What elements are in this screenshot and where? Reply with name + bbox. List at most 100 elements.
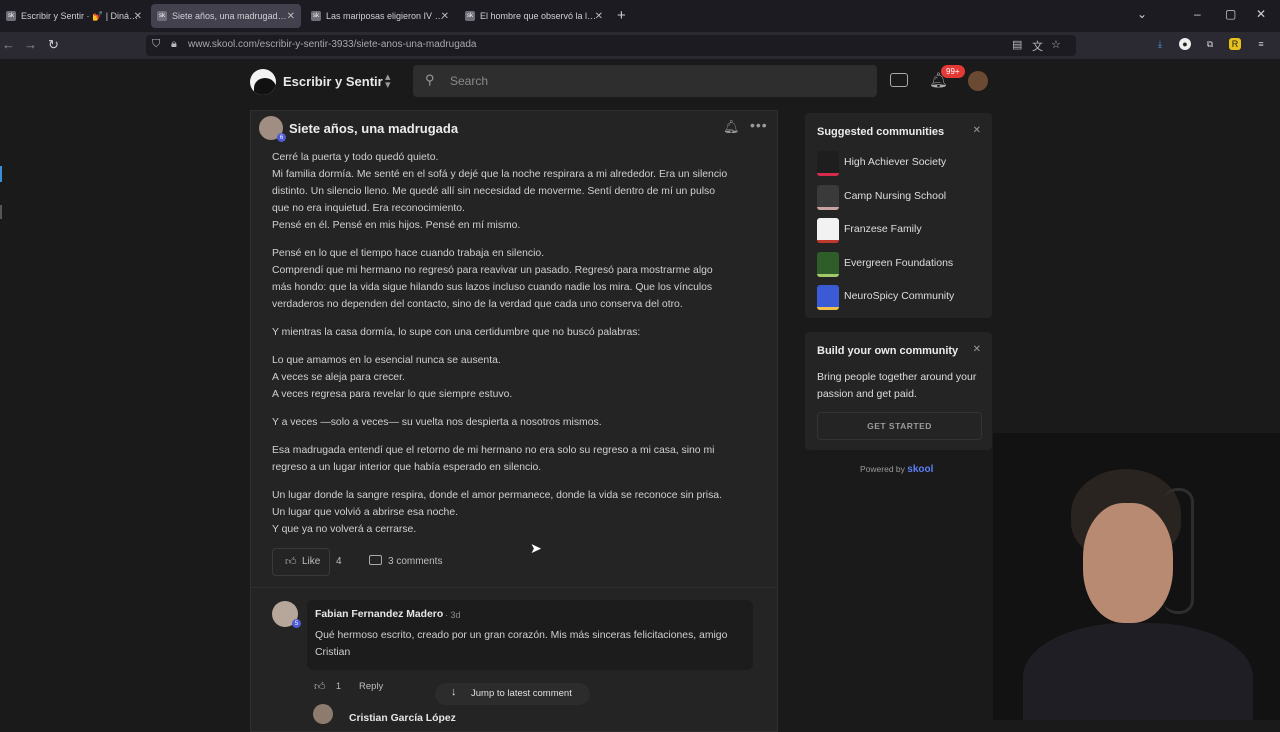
comment-icon[interactable] (369, 555, 382, 565)
extensions-puzzle-icon[interactable]: ⧉ (1204, 38, 1216, 50)
mouse-cursor-icon: ➤ (530, 540, 542, 556)
browser-nav-bar: ← → ↻ ⛉ 🔒︎ www.skool.com/escribir-y-sent… (0, 32, 1280, 59)
community-name[interactable]: Escribir y Sentir (283, 74, 383, 89)
comment-time: · 3d (445, 610, 461, 620)
user-avatar[interactable] (968, 71, 988, 91)
community-name: Franzese Family (844, 223, 922, 235)
chat-icon[interactable] (890, 73, 908, 87)
powered-by-label: Powered by (860, 464, 905, 474)
like-label: Like (302, 556, 321, 567)
more-options-icon[interactable]: ••• (750, 117, 768, 133)
close-window-icon[interactable]: ✕ (1256, 7, 1266, 21)
community-item[interactable]: NeuroSpicy Community (817, 285, 987, 310)
extension-icon[interactable]: ● (1179, 38, 1191, 50)
url-bar[interactable]: ⛉ 🔒︎ www.skool.com/escribir-y-sentir-393… (146, 35, 1076, 56)
close-tab-icon[interactable]: ✕ (595, 11, 603, 22)
build-text: Bring people together around your passio… (817, 371, 977, 400)
new-tab-icon[interactable]: + (617, 7, 626, 24)
post-text-line: Un lugar donde la sangre respira, donde … (272, 490, 722, 501)
post-text-line: Esa madrugada entendí que el retorno de … (272, 445, 715, 456)
community-name: Camp Nursing School (844, 190, 947, 202)
community-logo-icon (817, 252, 839, 277)
like-count[interactable]: 4 (336, 556, 342, 567)
community-logo-icon (817, 285, 839, 310)
back-icon[interactable]: ← (2, 37, 15, 52)
post-text-line: A veces regresa para revelar lo que siem… (272, 389, 513, 400)
post-paragraph: Un lugar donde la sangre respira, donde … (272, 487, 762, 538)
comment-like-icon[interactable]: 👍︎ (314, 680, 326, 693)
translate-icon[interactable]: 文 (1032, 38, 1043, 54)
post-notification-bell-icon[interactable]: 🔔︎ (723, 119, 740, 135)
suggested-title: Suggested communities (817, 126, 945, 138)
browser-tab[interactable]: sk Las mariposas eligieron IV · Esc ✕ (305, 4, 455, 28)
commenter-level-badge: 5 (292, 619, 301, 628)
skool-logo[interactable]: skool (907, 464, 933, 475)
tab-label: El hombre que observó la luz I · (480, 11, 598, 21)
post-text-line: Cerré la puerta y todo quedó quieto. (272, 152, 439, 163)
post-paragraph: Esa madrugada entendí que el retorno de … (272, 442, 762, 476)
close-tab-icon[interactable]: ✕ (441, 11, 449, 22)
menu-icon[interactable]: ≡ (1255, 38, 1267, 50)
minimize-icon[interactable]: – (1194, 7, 1201, 21)
community-item[interactable]: Camp Nursing School (817, 185, 987, 210)
arrow-down-icon: ↓ (451, 686, 457, 698)
close-tab-icon[interactable]: ✕ (287, 11, 295, 22)
get-started-button[interactable]: GET STARTED (817, 412, 982, 440)
webcam-shirt (1023, 623, 1253, 720)
post-text-line: Un lugar que volvió a abrirse esa noche. (272, 507, 458, 518)
reply-author[interactable]: Cristian García López (349, 713, 456, 724)
jump-to-latest-button[interactable]: ↓ Jump to latest comment (435, 683, 590, 705)
lock-icon[interactable]: 🔒︎ (171, 38, 177, 51)
post-text-line: más hondo: que la vida sigue hilando sus… (272, 282, 713, 293)
post-text-line: Y a veces —solo a veces— su vuelta nos d… (272, 417, 602, 428)
community-name: High Achiever Society (844, 156, 947, 168)
community-name: NeuroSpicy Community (844, 290, 955, 302)
search-input[interactable]: ⚲ Search (413, 65, 877, 97)
notification-badge: 99+ (941, 65, 965, 78)
post-text-line: que no era inquietud. Era reconocimiento… (272, 203, 465, 214)
reader-view-icon[interactable]: ▤ (1012, 38, 1022, 51)
divider (251, 587, 777, 588)
close-icon[interactable]: ✕ (973, 125, 981, 136)
like-button[interactable]: 👍︎ Like (272, 548, 330, 576)
shield-icon[interactable]: ⛉ (152, 38, 160, 51)
comments-count-link[interactable]: 3 comments (388, 556, 442, 567)
post-paragraph: Pensé en lo que el tiempo hace cuando tr… (272, 245, 762, 313)
post-text-line: Y que ya no volverá a cerrarse. (272, 524, 417, 535)
tab-label: Escribir y Sentir · 💅 | Dinámica (21, 10, 139, 21)
browser-tab-bar: sk Escribir y Sentir · 💅 | Dinámica ✕ sk… (0, 0, 1280, 32)
bookmark-star-icon[interactable]: ☆ (1051, 38, 1061, 51)
left-edge-indicator (0, 205, 2, 219)
browser-tab[interactable]: sk Escribir y Sentir · 💅 | Dinámica ✕ (0, 4, 148, 28)
reload-icon[interactable]: ↻ (48, 37, 59, 53)
tab-list-chevron-icon[interactable]: ⌄ (1137, 7, 1147, 21)
browser-tab-active[interactable]: sk Siete años, una madrugada · Es ✕ (151, 4, 301, 28)
post-text-line: Y mientras la casa dormía, lo supe con u… (272, 327, 641, 338)
maximize-icon[interactable]: ▢ (1225, 7, 1236, 21)
community-logo[interactable] (250, 69, 276, 95)
post-header: 6 Siete años, una madrugada 🔔︎ ••• (251, 111, 777, 147)
switch-community-icon[interactable]: ▴ ▾ (385, 72, 391, 91)
post-text-line: Comprendí que mi hermano no regresó para… (272, 265, 713, 276)
reply-author-avatar[interactable] (313, 704, 333, 724)
webcam-headphones (1163, 488, 1194, 614)
community-logo-icon (817, 151, 839, 176)
comment-author[interactable]: Fabian Fernandez Madero (315, 609, 443, 620)
forward-icon[interactable]: → (24, 37, 37, 52)
downloads-icon[interactable]: ⤓ (1154, 38, 1166, 50)
reply-button[interactable]: Reply (359, 681, 383, 692)
post-title: Siete años, una madrugada (289, 121, 459, 136)
community-item[interactable]: High Achiever Society (817, 151, 987, 176)
close-icon[interactable]: ✕ (973, 344, 981, 355)
community-item[interactable]: Franzese Family (817, 218, 987, 243)
close-tab-icon[interactable]: ✕ (134, 11, 142, 22)
extension-r-icon[interactable]: R (1229, 38, 1241, 50)
site-header: Escribir y Sentir ▴ ▾ ⚲ Search 🔔︎ 99+ (0, 59, 1280, 105)
comment-like-count: 1 (336, 681, 342, 691)
community-item[interactable]: Evergreen Foundations (817, 252, 987, 277)
build-title: Build your own community (817, 345, 959, 357)
url-text[interactable]: www.skool.com/escribir-y-sentir-3933/sie… (188, 39, 476, 50)
browser-tab[interactable]: sk El hombre que observó la luz I · ✕ (459, 4, 609, 28)
comment-text: Qué hermoso escrito, creado por un gran … (315, 630, 728, 658)
comment-bubble: Fabian Fernandez Madero · 3d Qué hermoso… (307, 600, 753, 670)
